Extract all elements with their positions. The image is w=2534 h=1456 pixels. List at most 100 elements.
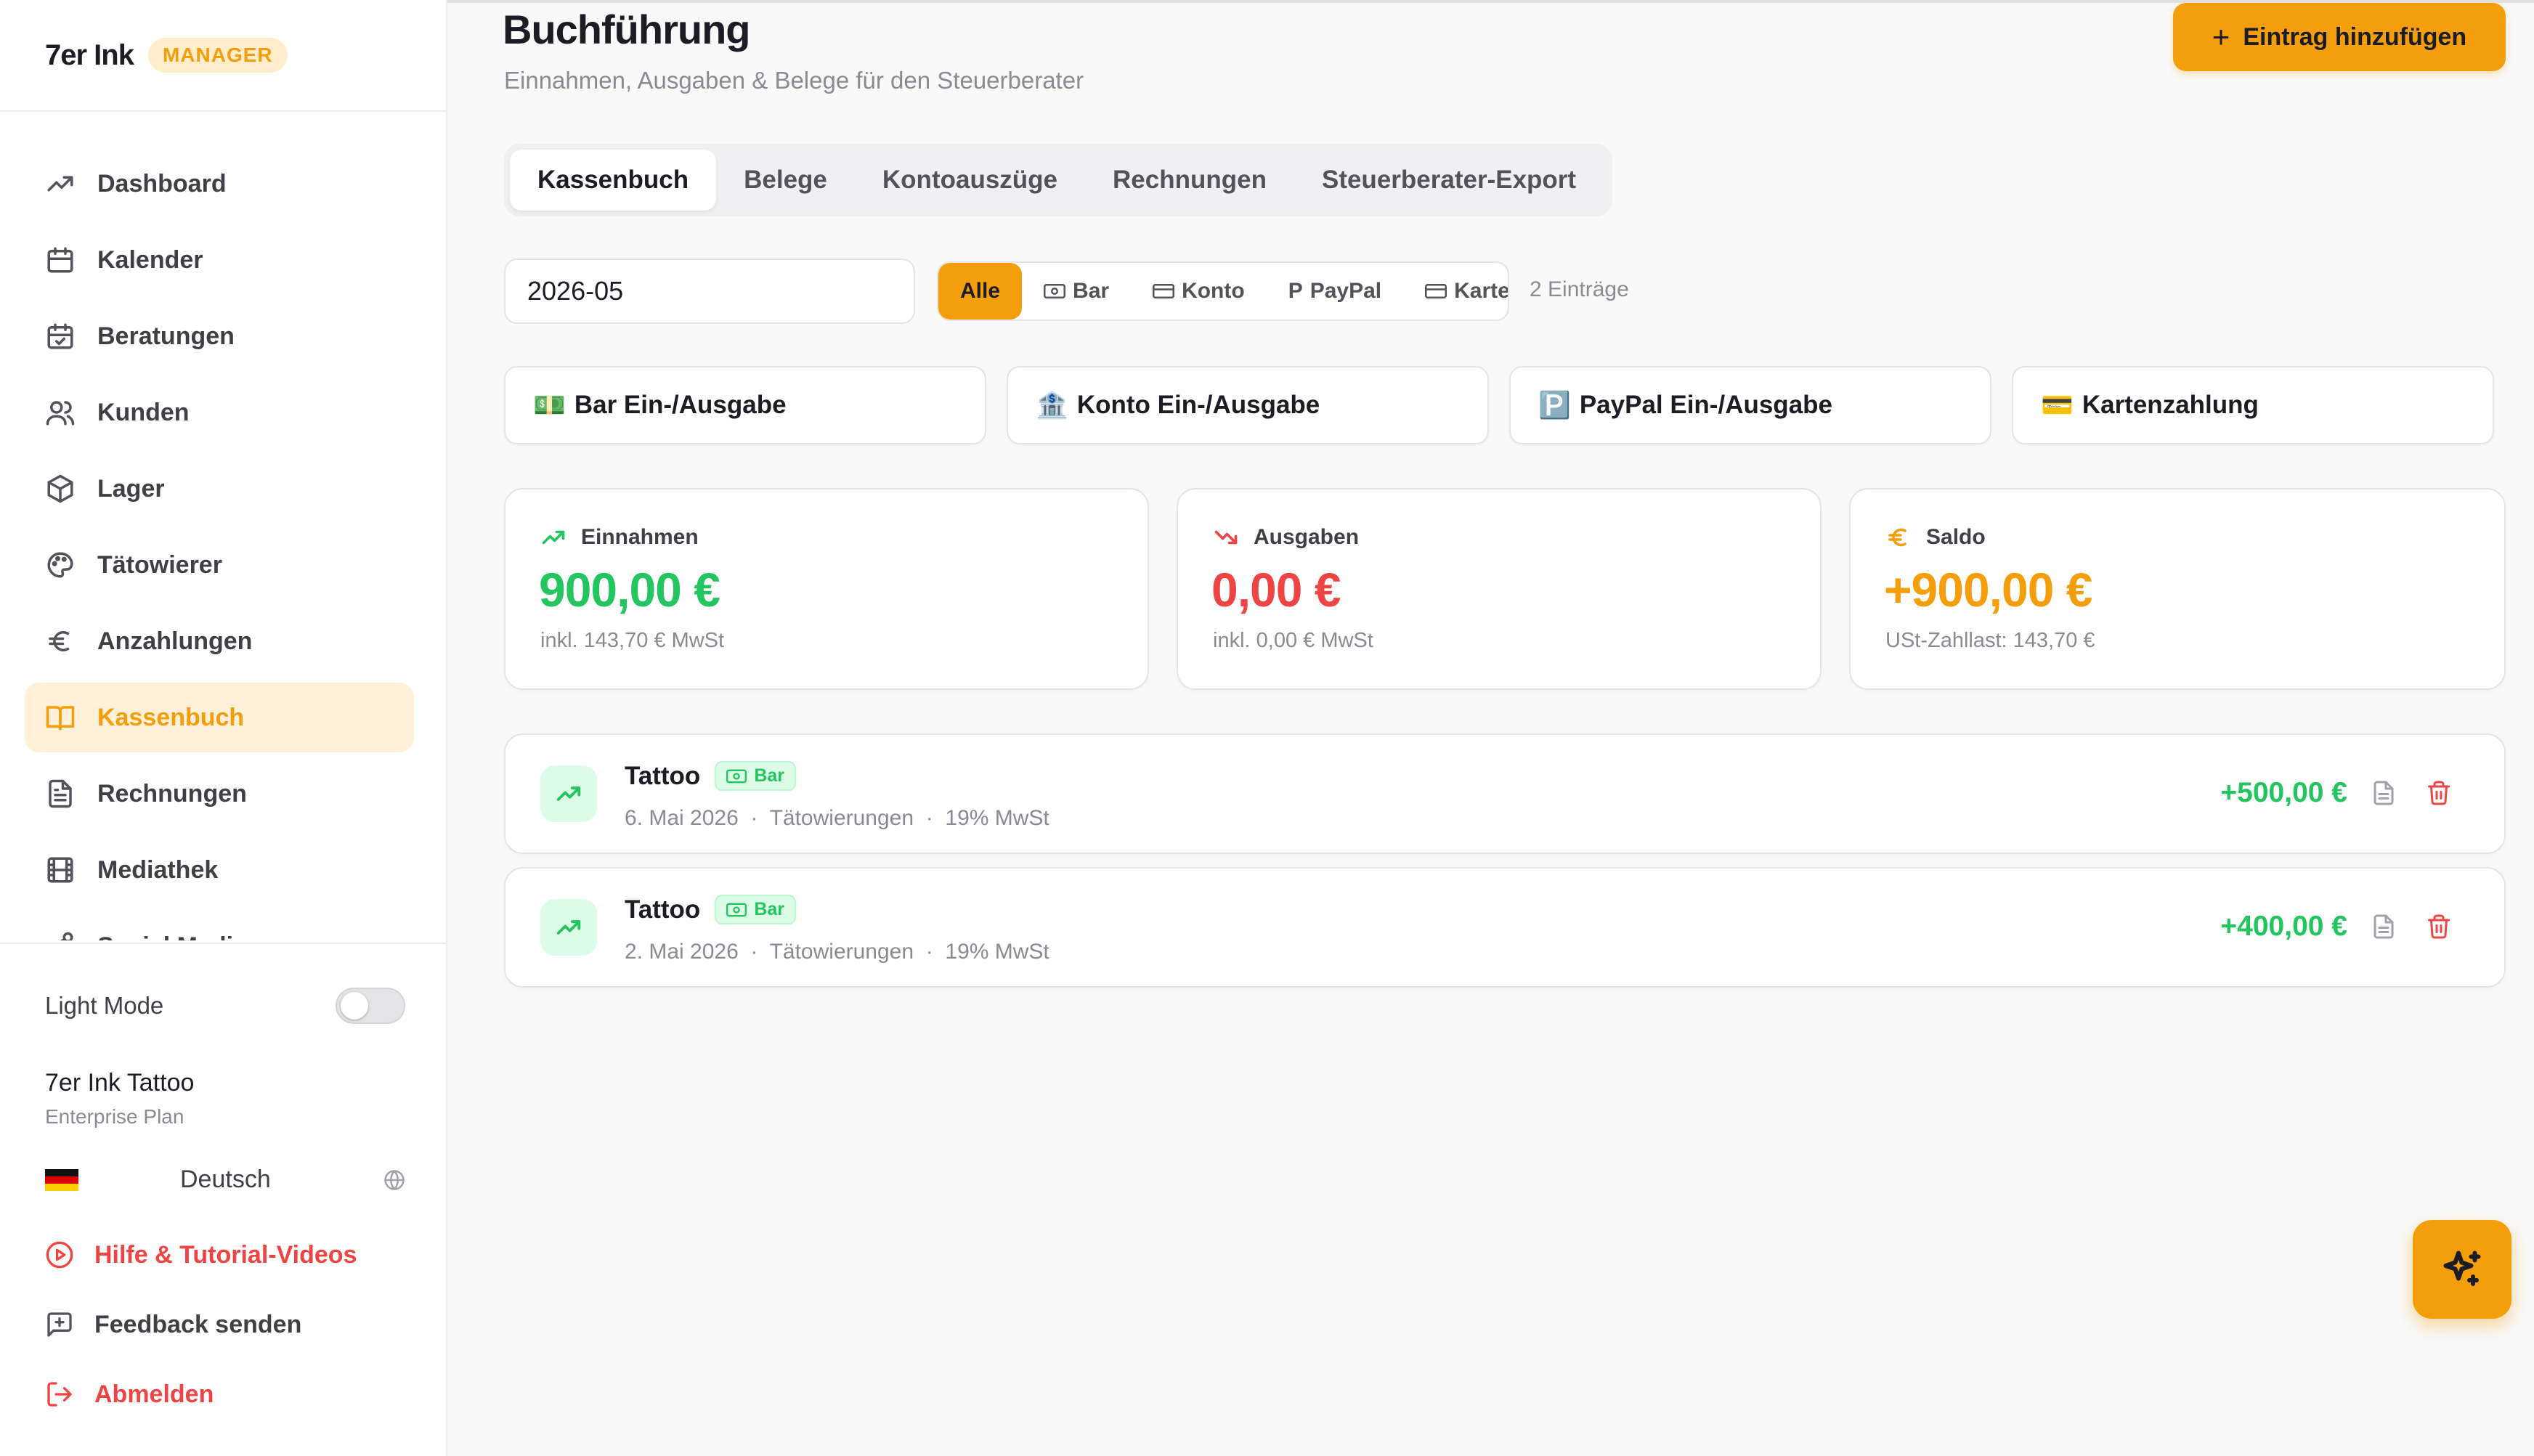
trending-up-icon [540,524,567,550]
film-icon [45,855,76,885]
month-field[interactable]: 2026-05 [504,259,915,324]
entry-date: 6. Mai 2026 [625,806,739,830]
tab-rechnungen[interactable]: Rechnungen [1085,150,1294,211]
sidebar-item-label: Dashboard [97,169,227,198]
sidebar-item-label: Social Media [97,932,247,941]
payment-method-label: Bar [754,899,785,919]
feedback-label: Feedback senden [94,1310,302,1338]
logout-link[interactable]: Abmelden [45,1380,214,1409]
brand: 7er Ink MANAGER [45,38,288,73]
sidebar: 7er Ink MANAGER Dashboard Kalender Berat… [0,0,447,1456]
entry-title: Tattoo [625,895,701,924]
sparkles-icon [2443,1250,2481,1286]
sidebar-item-label: Anzahlungen [97,627,253,655]
org-name: 7er Ink Tattoo [45,1069,195,1097]
document-icon[interactable] [2371,914,2397,940]
sidebar-item-social-media[interactable]: Social Media [25,911,414,940]
logout-icon [45,1380,74,1409]
trash-icon[interactable] [2426,914,2452,940]
balance-card: Saldo +900,00 € USt-Zahllast: 143,70 € [1849,488,2506,690]
balance-value: +900,00 € [1884,563,2092,617]
entry-amount: +400,00 € [2220,911,2347,942]
balance-label-row: Saldo [1885,524,1986,550]
bank-icon: 🏦 [1036,390,1068,420]
file-text-icon [45,778,76,809]
palette-icon [45,550,76,580]
calendar-check-icon [45,321,76,351]
income-card: Einnahmen 900,00 € inkl. 143,70 € MwSt [504,488,1149,690]
income-label: Einnahmen [581,525,699,549]
filter-label: PayPal [1309,279,1382,303]
sidebar-nav: Dashboard Kalender Beratungen Kunden Lag… [25,149,414,940]
sidebar-item-label: Lager [97,474,165,503]
quick-action-label: Kartenzahlung [2082,391,2259,419]
filter-konto[interactable]: Konto [1131,263,1267,320]
light-mode-toggle[interactable] [336,988,405,1024]
expenses-label-row: Ausgaben [1213,524,1359,550]
quick-paypal-entry-button[interactable]: 🅿️ PayPal Ein-/Ausgabe [1509,366,1991,444]
tab-belege[interactable]: Belege [716,150,855,211]
quick-bar-entry-button[interactable]: 💵 Bar Ein-/Ausgabe [504,366,986,444]
tab-kassenbuch[interactable]: Kassenbuch [510,150,717,211]
sidebar-item-anzahlungen[interactable]: Anzahlungen [25,606,414,676]
filter-alle[interactable]: Alle [938,263,1023,320]
sidebar-item-rechnungen[interactable]: Rechnungen [25,759,414,829]
sidebar-item-kassenbuch[interactable]: Kassenbuch [25,683,414,752]
sidebar-item-taetowierer[interactable]: Tätowierer [25,530,414,600]
ai-assistant-button[interactable] [2413,1220,2511,1319]
sidebar-item-lager[interactable]: Lager [25,454,414,524]
entry-vat: 19% MwSt [945,940,1049,964]
quick-action-label: PayPal Ein-/Ausgabe [1579,391,1832,419]
german-flag-icon [45,1168,78,1191]
add-entry-button[interactable]: + Eintrag hinzufügen [2173,3,2506,71]
feedback-link[interactable]: Feedback senden [45,1310,301,1339]
help-link[interactable]: Hilfe & Tutorial-Videos [45,1240,357,1269]
quick-card-payment-button[interactable]: 💳 Kartenzahlung [2012,366,2494,444]
quick-konto-entry-button[interactable]: 🏦 Konto Ein-/Ausgabe [1007,366,1489,444]
entry-title: Tattoo [625,761,701,790]
list-item[interactable]: Tattoo Bar 2. Mai 2026 · Tätowierungen ·… [504,867,2506,988]
org-plan: Enterprise Plan [45,1105,184,1128]
document-icon[interactable] [2371,780,2397,806]
filter-karte[interactable]: Karte [1403,263,1508,320]
banknote-icon [1044,284,1066,298]
trending-down-icon [1213,524,1239,550]
trash-icon[interactable] [2426,780,2452,806]
filter-bar[interactable]: Bar [1022,263,1131,320]
sidebar-item-label: Kassenbuch [97,703,245,731]
tab-kontoauszuege[interactable]: Kontoauszüge [855,150,1085,211]
income-value: 900,00 € [539,563,720,617]
paypal-icon: 🅿️ [1538,390,1571,420]
sidebar-item-beratungen[interactable]: Beratungen [25,301,414,371]
play-circle-icon [45,1240,74,1269]
tab-steuerberater-export[interactable]: Steuerberater-Export [1294,150,1604,211]
payment-method-label: Bar [754,765,785,786]
sidebar-item-dashboard[interactable]: Dashboard [25,149,414,219]
add-entry-label: Eintrag hinzufügen [2243,23,2467,51]
help-label: Hilfe & Tutorial-Videos [94,1240,357,1269]
language-selector[interactable]: Deutsch [45,1166,405,1194]
filter-paypal[interactable]: P PayPal [1267,263,1403,320]
credit-card-icon: 💳 [2041,390,2074,420]
income-note: inkl. 143,70 € MwSt [540,629,725,652]
globe-icon [383,1169,405,1191]
payment-filter-group: Alle Bar Konto P PayPal Karte [937,261,1509,321]
payment-method-badge: Bar [715,895,797,924]
entry-title-row: Tattoo Bar [625,761,797,791]
brand-name: 7er Ink [45,38,134,71]
sidebar-item-kalender[interactable]: Kalender [25,225,414,295]
package-icon [45,473,76,504]
message-plus-icon [45,1310,74,1339]
entry-title-row: Tattoo Bar [625,895,797,924]
sidebar-divider [0,943,447,944]
sidebar-item-mediathek[interactable]: Mediathek [25,835,414,905]
filter-label: Konto [1182,279,1245,303]
trending-up-icon [540,765,597,822]
sidebar-item-label: Mediathek [97,855,219,884]
sidebar-item-label: Tätowierer [97,550,222,579]
sidebar-item-kunden[interactable]: Kunden [25,378,414,447]
income-label-row: Einnahmen [540,524,699,550]
entry-meta: 6. Mai 2026 · Tätowierungen · 19% MwSt [625,806,1049,830]
banknote-icon [726,903,747,916]
list-item[interactable]: Tattoo Bar 6. Mai 2026 · Tätowierungen ·… [504,733,2506,854]
